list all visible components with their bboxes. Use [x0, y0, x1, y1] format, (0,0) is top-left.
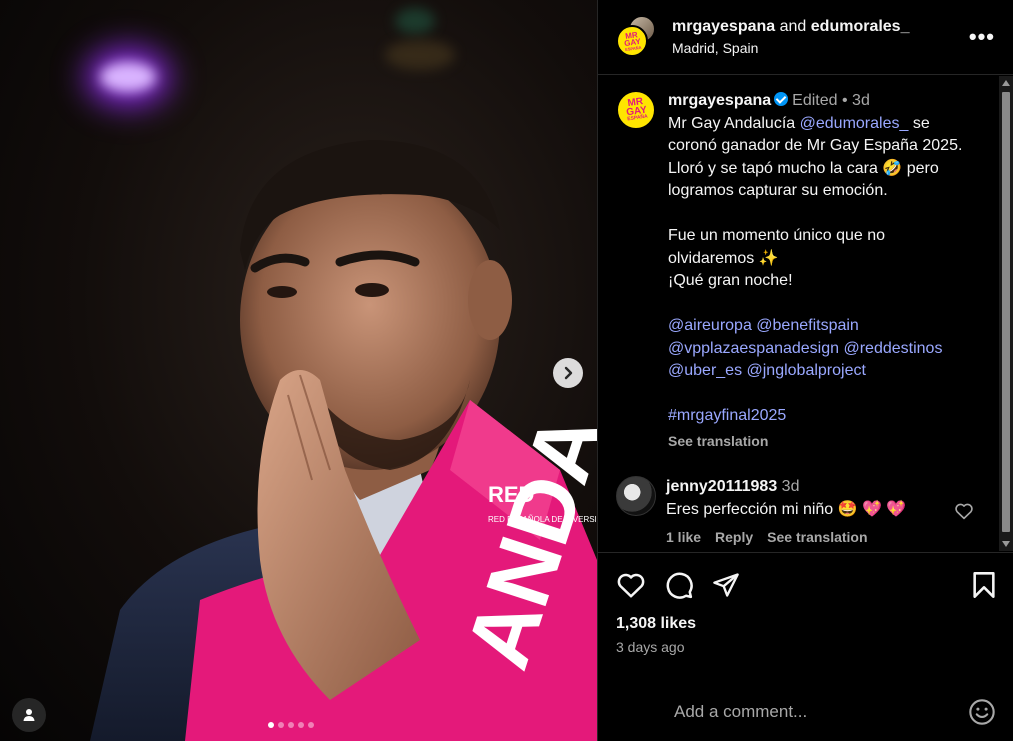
- next-image-button[interactable]: [553, 358, 583, 388]
- add-comment-bar: [598, 682, 1013, 741]
- comments-scrollbar[interactable]: [999, 76, 1013, 551]
- share-button[interactable]: [712, 571, 740, 599]
- author-avatars[interactable]: MR GAY ESPAÑA: [616, 15, 660, 59]
- comments-section[interactable]: MR GAY ESPAÑA mrgayespana Edited • 3d Mr …: [598, 76, 1013, 551]
- caption-text: Mr Gay Andalucía @edumorales_ se coronó …: [668, 113, 968, 203]
- location-link[interactable]: Madrid, Spain: [672, 40, 969, 56]
- post-actions: 1,308 likes 3 days ago: [598, 552, 1013, 655]
- heart-outline-icon: [617, 573, 645, 598]
- caption-age[interactable]: 3d: [852, 92, 870, 109]
- brand-logo-avatar[interactable]: MR GAY ESPAÑA: [616, 25, 648, 57]
- mention-links[interactable]: @aireuropa @benefitspain: [668, 315, 968, 338]
- carousel-dot: [308, 722, 314, 728]
- carousel-dot: [268, 722, 274, 728]
- logo-line: ESPAÑA: [626, 113, 648, 123]
- post-header: MR GAY ESPAÑA mrgayespana and edumorales…: [598, 0, 1013, 75]
- comment-bubble-icon: [666, 572, 693, 599]
- comment-age: 3d: [781, 478, 800, 495]
- person-illustration: RED RED ESPAÑOLA DE DIVERSIDAD ANDA: [90, 140, 597, 741]
- caption-first-line: mrgayespana Edited • 3d: [668, 90, 968, 113]
- comment-meta: 1 like Reply See translation: [666, 529, 936, 545]
- mention-link[interactable]: @edumorales_: [800, 115, 909, 132]
- hashtag-link[interactable]: #mrgayfinal2025: [668, 405, 968, 428]
- comment-content: jenny20111983 3d Eres perfección mi niño…: [666, 476, 936, 545]
- scrollbar-thumb[interactable]: [1002, 92, 1010, 532]
- tagged-users-button[interactable]: [12, 698, 46, 732]
- comment-text: Eres perfección mi niño 🤩 💖 💖: [666, 500, 907, 518]
- like-button[interactable]: [616, 571, 646, 599]
- reply-button[interactable]: Reply: [715, 529, 753, 545]
- bookmark-icon: [973, 572, 995, 598]
- coauthor-username-link[interactable]: edumorales_: [811, 18, 910, 35]
- caption-text-part: ¡Qué gran noche!: [668, 272, 793, 289]
- caption-text-part: Fue un momento único que no olvidaremos …: [668, 227, 886, 267]
- carousel-indicator: [268, 722, 314, 728]
- scroll-down-arrow-icon[interactable]: [1002, 541, 1010, 547]
- caption-text-part: Mr Gay Andalucía: [668, 114, 800, 132]
- action-bar: [616, 567, 996, 603]
- comment-username-link[interactable]: jenny20111983: [666, 478, 777, 495]
- comment-body: jenny20111983 3d Eres perfección mi niño…: [666, 476, 936, 521]
- author-names: mrgayespana and edumorales_: [672, 18, 969, 36]
- see-translation-button[interactable]: See translation: [668, 430, 968, 453]
- comment-see-translation-button[interactable]: See translation: [767, 529, 867, 545]
- logo-text: MR GAY ESPAÑA: [624, 96, 648, 123]
- save-button[interactable]: [972, 571, 996, 599]
- mention-links[interactable]: @vpplazaespanadesign @reddestinos: [668, 338, 968, 361]
- emoji-picker-button[interactable]: [968, 698, 996, 726]
- user-icon: [23, 709, 35, 721]
- comment-input[interactable]: [616, 702, 968, 722]
- caption-username-link[interactable]: mrgayespana: [668, 92, 771, 109]
- separator-dot: •: [837, 92, 853, 109]
- post-side-panel: MR GAY ESPAÑA mrgayespana and edumorales…: [597, 0, 1013, 741]
- carousel-dot: [298, 722, 304, 728]
- avatar[interactable]: [616, 476, 656, 516]
- post-timestamp[interactable]: 3 days ago: [616, 639, 996, 655]
- likes-count-button[interactable]: 1,308 likes: [616, 615, 996, 633]
- brand-logo-avatar[interactable]: MR GAY ESPAÑA: [616, 90, 656, 130]
- mention-links[interactable]: @uber_es @jnglobalproject: [668, 360, 968, 383]
- comment-item: jenny20111983 3d Eres perfección mi niño…: [616, 476, 984, 545]
- scroll-up-arrow-icon[interactable]: [1002, 80, 1010, 86]
- caption-avatar-wrap[interactable]: MR GAY ESPAÑA: [616, 90, 656, 130]
- edited-label: Edited: [792, 92, 838, 109]
- author-username-link[interactable]: mrgayespana: [672, 18, 775, 35]
- heart-outline-icon: [955, 503, 973, 520]
- author-joiner: and: [775, 18, 811, 35]
- more-options-button[interactable]: •••: [969, 24, 995, 50]
- chevron-right-icon: [564, 366, 573, 380]
- logo-text: MR GAY ESPAÑA: [623, 30, 642, 52]
- header-text: mrgayespana and edumorales_ Madrid, Spai…: [672, 18, 969, 56]
- caption: MR GAY ESPAÑA mrgayespana Edited • 3d Mr …: [616, 90, 984, 452]
- carousel-dot: [278, 722, 284, 728]
- comment-button[interactable]: [664, 570, 694, 600]
- comment-like-button[interactable]: [954, 502, 974, 525]
- smiley-icon: [969, 699, 995, 725]
- logo-line: ESPAÑA: [624, 43, 642, 52]
- verified-badge-icon: [774, 92, 789, 106]
- caption-body: mrgayespana Edited • 3d Mr Gay Andalucía …: [668, 90, 968, 452]
- carousel-dot: [288, 722, 294, 728]
- paper-plane-icon: [713, 573, 739, 597]
- comment-likes-button[interactable]: 1 like: [666, 529, 701, 545]
- post-photo[interactable]: RED RED ESPAÑOLA DE DIVERSIDAD ANDA: [0, 0, 597, 741]
